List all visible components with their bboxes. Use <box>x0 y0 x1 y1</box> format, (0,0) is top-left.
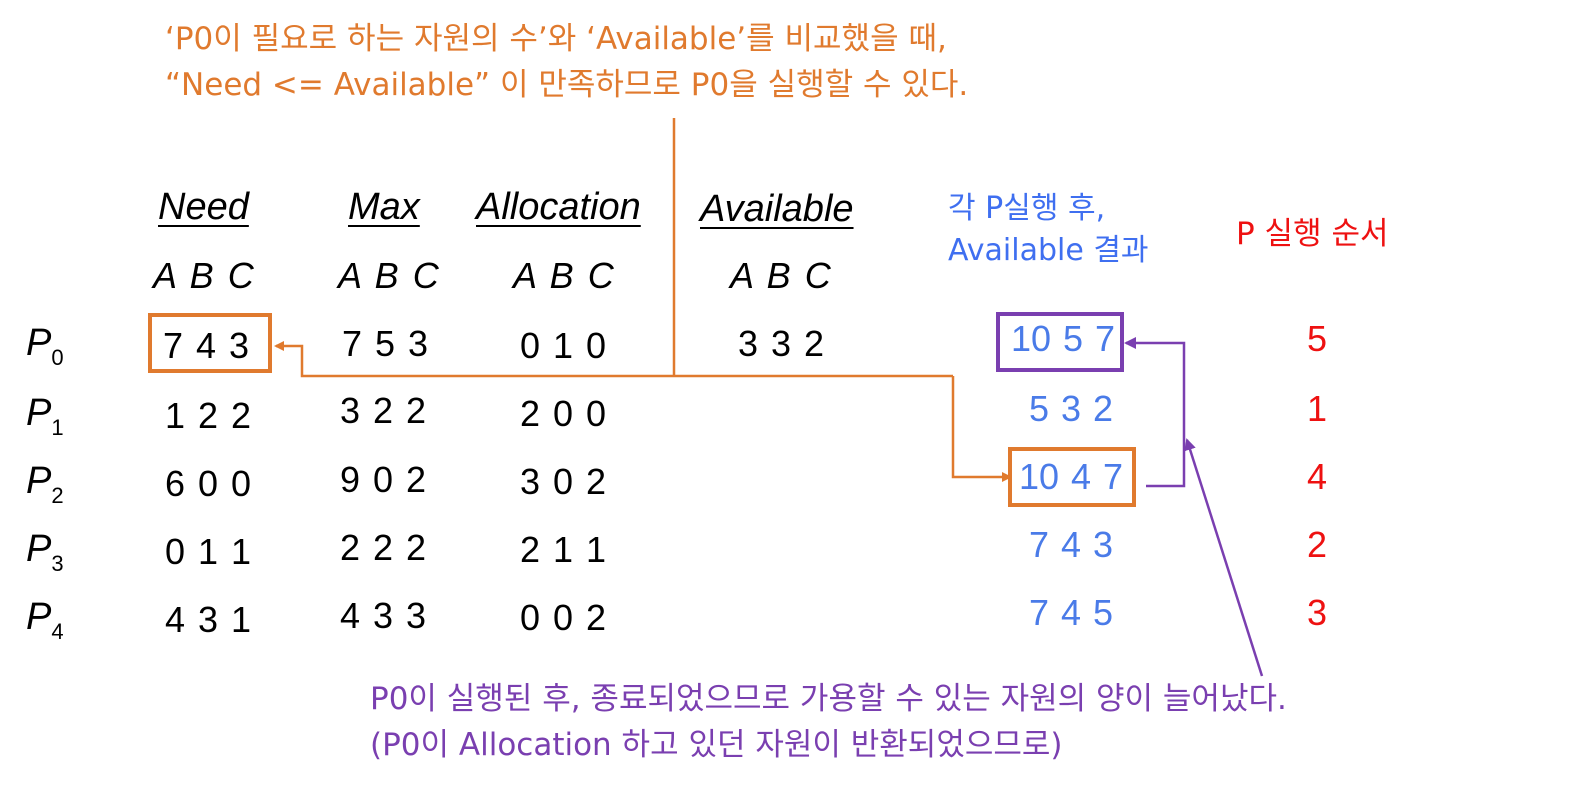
bottom-note-connector <box>1184 438 1264 677</box>
bottom-note: P0이 실행된 후, 종료되었으므로 가용할 수 있는 자원의 양이 늘어났다.… <box>370 676 1287 768</box>
bottom-note-line2: (P0이 Allocation 하고 있던 자원이 반환되었으므로) <box>370 727 1063 763</box>
need-arrow <box>274 341 953 378</box>
result-arrow <box>1124 337 1186 488</box>
available-arrow <box>951 376 1012 482</box>
bottom-note-line1: P0이 실행된 후, 종료되었으므로 가용할 수 있는 자원의 양이 늘어났다. <box>370 681 1287 717</box>
